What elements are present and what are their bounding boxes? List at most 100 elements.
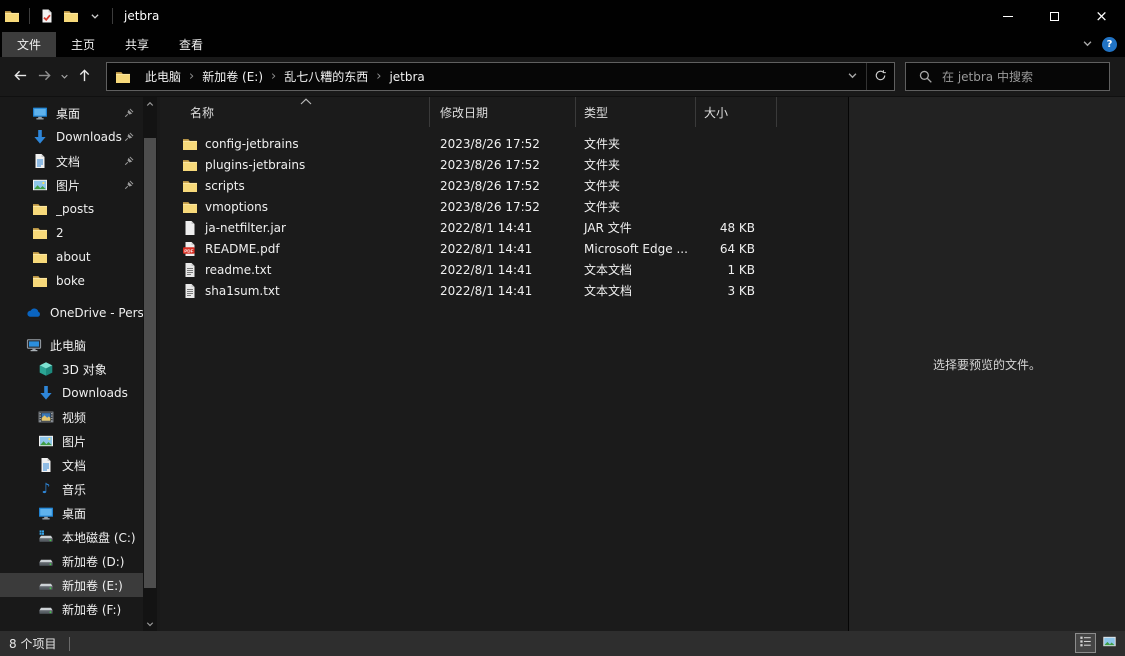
- sidebar-item-11[interactable]: Downloads: [0, 381, 143, 405]
- sidebar-item-6[interactable]: about: [0, 245, 143, 269]
- column-header-size[interactable]: 大小: [696, 97, 777, 127]
- refresh-icon: [874, 69, 887, 85]
- sidebar-item-8[interactable]: OneDrive - Perso: [0, 301, 143, 325]
- close-button[interactable]: ×: [1078, 0, 1125, 32]
- folder-icon: [182, 199, 198, 215]
- tab-share[interactable]: 共享: [110, 32, 164, 57]
- sidebar-item-14[interactable]: 文档: [0, 453, 143, 477]
- file-row-config-jetbrains[interactable]: config-jetbrains2023/8/26 17:52文件夹: [160, 133, 848, 154]
- column-header-name[interactable]: 名称: [160, 97, 430, 127]
- details-view-icon: [1078, 634, 1093, 652]
- ribbon-tab-row: 文件主页共享查看 ?: [0, 32, 1125, 57]
- sidebar-item-4[interactable]: _posts: [0, 197, 143, 221]
- scrollbar-down-icon[interactable]: [143, 617, 157, 631]
- folder-icon: [32, 273, 48, 289]
- minimize-icon: [1003, 16, 1013, 17]
- new-folder-icon[interactable]: [59, 4, 83, 28]
- close-icon: ×: [1095, 9, 1108, 24]
- column-header-type[interactable]: 类型: [576, 97, 696, 127]
- tab-view[interactable]: 查看: [164, 32, 218, 57]
- desktop-icon: [38, 505, 54, 521]
- sidebar-item-17[interactable]: 本地磁盘 (C:): [0, 525, 143, 549]
- ribbon-expand-chevron-icon[interactable]: [1082, 38, 1093, 52]
- file-row-ja-netfilter.jar[interactable]: ja-netfilter.jar2022/8/1 14:41JAR 文件48 K…: [160, 217, 848, 238]
- pictures-icon: [32, 177, 48, 193]
- forward-icon: [37, 68, 52, 86]
- sidebar-item-18[interactable]: 新加卷 (D:): [0, 549, 143, 573]
- up-icon: [77, 68, 92, 86]
- forward-button[interactable]: [32, 64, 56, 90]
- refresh-button[interactable]: [867, 63, 894, 90]
- file-row-readme.txt[interactable]: readme.txt2022/8/1 14:41文本文档1 KB: [160, 259, 848, 280]
- folder-icon: [182, 157, 198, 173]
- column-header-date[interactable]: 修改日期: [430, 97, 576, 127]
- sidebar-item-1[interactable]: Downloads: [0, 125, 143, 149]
- scrollbar-thumb[interactable]: [144, 138, 156, 588]
- tab-file[interactable]: 文件: [2, 32, 56, 57]
- minimize-button[interactable]: [984, 0, 1031, 32]
- back-icon: [13, 68, 28, 86]
- pin-icon: [123, 155, 135, 167]
- breadcrumb-item-2[interactable]: 乱七八糟的东西: [277, 63, 375, 90]
- address-bar[interactable]: 此电脑›新加卷 (E:)›乱七八糟的东西›jetbra: [106, 62, 895, 91]
- search-box[interactable]: [905, 62, 1110, 91]
- folder-icon: [32, 225, 48, 241]
- breadcrumb-item-1[interactable]: 新加卷 (E:): [195, 63, 270, 90]
- column-header-filler: [777, 97, 848, 127]
- sidebar-item-3[interactable]: 图片: [0, 173, 143, 197]
- txt-icon: [182, 262, 198, 278]
- file-row-plugins-jetbrains[interactable]: plugins-jetbrains2023/8/26 17:52文件夹: [160, 154, 848, 175]
- breadcrumb-item-0[interactable]: 此电脑: [138, 63, 188, 90]
- breadcrumb-separator-icon: ›: [375, 69, 382, 84]
- window-controls: ×: [984, 0, 1125, 32]
- properties-icon[interactable]: [35, 4, 59, 28]
- music-icon: ♪: [38, 481, 54, 497]
- maximize-icon: [1050, 12, 1059, 21]
- preview-pane: 选择要预览的文件。: [848, 97, 1125, 631]
- file-row-scripts[interactable]: scripts2023/8/26 17:52文件夹: [160, 175, 848, 196]
- sidebar-item-9[interactable]: 此电脑: [0, 333, 143, 357]
- recent-locations-button[interactable]: [56, 64, 72, 90]
- disk-icon: [38, 601, 54, 617]
- navigation-bar: 此电脑›新加卷 (E:)›乱七八糟的东西›jetbra: [0, 57, 1125, 97]
- preview-message: 选择要预览的文件。: [933, 356, 1041, 373]
- address-history-button[interactable]: [839, 63, 866, 90]
- sidebar-item-2[interactable]: 文档: [0, 149, 143, 173]
- search-input[interactable]: [942, 70, 1109, 84]
- file-row-README.pdf[interactable]: PDFREADME.pdf2022/8/1 14:41Microsoft Edg…: [160, 238, 848, 259]
- status-bar: 8 个项目: [0, 631, 1125, 656]
- view-toggle-buttons: [1075, 633, 1120, 653]
- sidebar-item-10[interactable]: 3D 对象: [0, 357, 143, 381]
- sidebar-item-15[interactable]: ♪音乐: [0, 477, 143, 501]
- sidebar-item-0[interactable]: 桌面: [0, 101, 143, 125]
- folder-icon: [182, 136, 198, 152]
- address-folder-icon: [115, 69, 131, 85]
- tab-home[interactable]: 主页: [56, 32, 110, 57]
- titlebar-separator: [29, 8, 30, 24]
- maximize-button[interactable]: [1031, 0, 1078, 32]
- back-button[interactable]: [8, 64, 32, 90]
- recent-locations-chevron-icon: [60, 70, 69, 84]
- scrollbar-up-icon[interactable]: [143, 97, 157, 111]
- scrollbar-track[interactable]: [143, 111, 157, 617]
- thumbnails-view-button[interactable]: [1099, 633, 1120, 653]
- sidebar-item-16[interactable]: 桌面: [0, 501, 143, 525]
- help-icon[interactable]: ?: [1102, 37, 1117, 52]
- sidebar-item-5[interactable]: 2: [0, 221, 143, 245]
- breadcrumb-item-3[interactable]: jetbra: [382, 63, 431, 90]
- qat-dropdown-icon[interactable]: [83, 4, 107, 28]
- ribbon-tabs: 文件主页共享查看: [2, 32, 218, 57]
- sidebar-item-7[interactable]: boke: [0, 269, 143, 293]
- explorer-window: jetbra × 文件主页共享查看 ? 此电脑›新加卷 (E:)›乱七八糟的东西…: [0, 0, 1125, 656]
- navigation-pane: 桌面Downloads文档图片_posts2aboutbokeOneDrive …: [0, 97, 160, 631]
- sidebar-item-12[interactable]: 视频: [0, 405, 143, 429]
- file-row-vmoptions[interactable]: vmoptions2023/8/26 17:52文件夹: [160, 196, 848, 217]
- up-button[interactable]: [72, 64, 96, 90]
- file-row-sha1sum.txt[interactable]: sha1sum.txt2022/8/1 14:41文本文档3 KB: [160, 280, 848, 301]
- sidebar-item-20[interactable]: 新加卷 (F:): [0, 597, 143, 621]
- details-view-button[interactable]: [1075, 633, 1096, 653]
- sidebar-scrollbar[interactable]: [143, 97, 157, 631]
- download-icon: [38, 385, 54, 401]
- sidebar-item-13[interactable]: 图片: [0, 429, 143, 453]
- sidebar-item-19[interactable]: 新加卷 (E:): [0, 573, 143, 597]
